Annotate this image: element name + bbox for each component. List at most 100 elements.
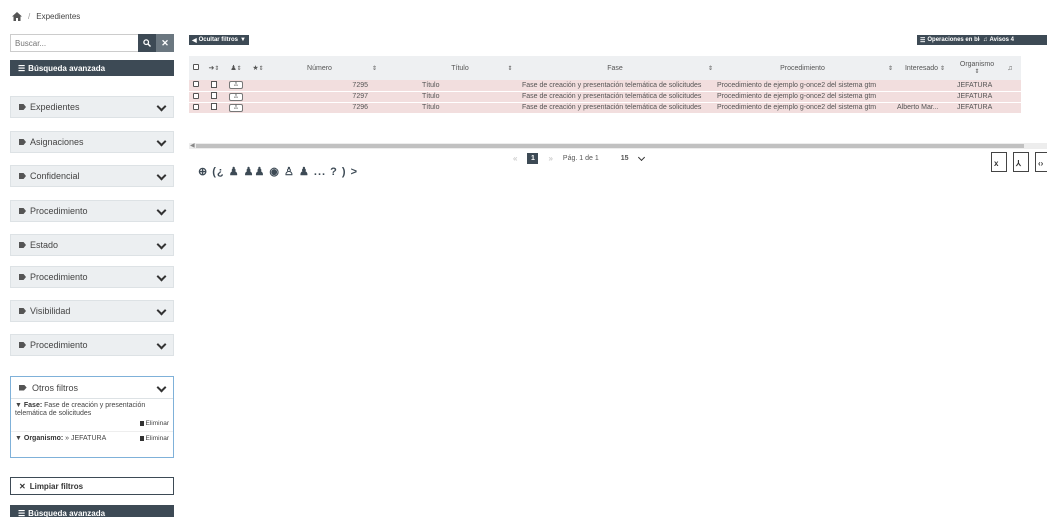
breadcrumb-current: Expedientes	[36, 12, 81, 21]
document-icon[interactable]	[211, 80, 217, 88]
sliders-icon: ☰	[18, 508, 26, 517]
checkbox-icon[interactable]	[193, 64, 199, 70]
active-filter-label: Fase:	[23, 402, 43, 409]
advanced-search-button[interactable]: ☰ Búsqueda avanzada	[10, 60, 174, 76]
last-page-icon[interactable]: »	[548, 154, 552, 163]
hide-filters-button[interactable]: ◀ Ocultar filtros ▼	[189, 35, 249, 45]
clear-search-button[interactable]: ✕	[156, 34, 174, 52]
table-row[interactable]: ♙ 7295 Título Fase de creación y present…	[189, 80, 1021, 92]
cell-organismo: JEFATURA	[955, 80, 999, 92]
user-outline-icon[interactable]: ♙	[229, 92, 243, 101]
sort-icon: ⇕	[214, 66, 220, 72]
filter-expedientes[interactable]: Expedientes	[10, 96, 174, 118]
advanced-search-bottom-button[interactable]: ☰ Búsqueda avanzada	[10, 505, 174, 517]
other-filters-label: Otros filtros	[19, 383, 78, 393]
cell-notifications	[999, 102, 1021, 114]
remove-filter-row: Eliminar	[15, 420, 169, 428]
filter-estado[interactable]: Estado	[10, 234, 174, 256]
first-page-icon[interactable]: «	[513, 154, 517, 163]
page-info: Pág. 1 de 1	[562, 155, 599, 162]
cell-spacer	[370, 80, 420, 92]
sort-icon: ⇕	[258, 66, 264, 72]
filter-icon: ▼	[15, 402, 22, 409]
filter-asignaciones[interactable]: Asignaciones	[10, 131, 174, 153]
filter-visibilidad[interactable]: Visibilidad	[10, 300, 174, 322]
titulo-header[interactable]: Título	[420, 56, 500, 80]
alerts-button[interactable]: ♫ Avisos 4	[980, 35, 1047, 45]
row-star-cell	[247, 102, 269, 114]
chevron-down-icon[interactable]	[639, 156, 645, 162]
row-checkbox-cell	[189, 102, 203, 114]
titulo-sort-header[interactable]: ⇕	[500, 56, 520, 80]
column-label: Interesado	[904, 64, 939, 72]
home-icon[interactable]	[12, 12, 22, 21]
page-size-select[interactable]: 15	[621, 155, 629, 162]
scrollbar-thumb[interactable]	[196, 144, 1024, 148]
search-input[interactable]	[10, 34, 138, 52]
tag-icon	[19, 342, 26, 348]
cell-fase: Fase de creación y presentación telemáti…	[520, 102, 715, 114]
numero-sort-header[interactable]: ⇕	[370, 56, 420, 80]
export-pdf-button[interactable]: ⅄	[1013, 152, 1029, 172]
chevron-down-icon	[157, 172, 165, 180]
export-xml-button[interactable]: ‹›	[1035, 152, 1047, 172]
star-header[interactable]: ★⇕	[247, 56, 269, 80]
row-checkbox[interactable]	[193, 92, 199, 99]
row-checkbox[interactable]	[193, 81, 199, 88]
current-page-button[interactable]: 1	[527, 153, 539, 164]
column-label: Título	[451, 64, 469, 72]
cell-numero: 7297	[269, 91, 370, 103]
filter-confidencial[interactable]: Confidencial	[10, 165, 174, 187]
row-user-cell: ♙	[225, 102, 247, 114]
other-filters-header[interactable]: Otros filtros	[11, 377, 173, 399]
filter-label: Visibilidad	[19, 306, 70, 316]
document-icon[interactable]	[211, 92, 217, 99]
fase-header[interactable]: Fase ⇕	[520, 56, 715, 80]
export-xls-button[interactable]: x	[991, 152, 1007, 172]
user-outline-icon[interactable]: ♙	[229, 81, 243, 90]
search-button[interactable]	[138, 34, 156, 52]
sort-icon: ⇕	[372, 65, 378, 72]
cell-numero: 7296	[269, 102, 370, 114]
notifications-header[interactable]: ♫	[999, 56, 1021, 80]
table-row[interactable]: ♙ 7296 Título Fase de creación y present…	[189, 102, 1021, 114]
user-outline-icon[interactable]: ♙	[229, 103, 243, 112]
user-header[interactable]: ♟⇕	[225, 56, 247, 80]
column-label: Organismo	[959, 61, 995, 68]
advanced-search-bottom-label: Búsqueda avanzada	[28, 508, 106, 517]
alerts-label: Avisos 4	[989, 37, 1014, 43]
sort-icon: ⇕	[236, 66, 242, 72]
row-doc-cell	[203, 91, 225, 103]
row-checkbox[interactable]	[193, 103, 199, 110]
filter-procedimiento-2[interactable]: Procedimiento	[10, 266, 174, 288]
entry-header[interactable]: ➜⇕	[203, 56, 225, 80]
horizontal-scrollbar[interactable]: ◀	[189, 143, 1047, 149]
procedimiento-header[interactable]: Procedimiento ⇕	[715, 56, 895, 80]
cell-organismo: JEFATURA	[955, 102, 999, 114]
numero-header[interactable]: Número	[269, 56, 370, 80]
remove-filter-fase-button[interactable]: Eliminar	[139, 420, 169, 427]
select-all-header[interactable]	[189, 56, 203, 80]
clear-filters-button[interactable]: ✕ Limpiar filtros	[10, 477, 174, 495]
hide-filters-label: Ocultar filtros	[198, 37, 238, 43]
filter-label: Confidencial	[19, 171, 80, 181]
cell-fase: Fase de creación y presentación telemáti…	[520, 80, 715, 92]
filter-procedimiento-1[interactable]: Procedimiento	[10, 200, 174, 222]
filter-label: Procedimiento	[19, 340, 88, 350]
cell-titulo: Título	[420, 80, 500, 92]
table-row[interactable]: ♙ 7297 Título Fase de creación y present…	[189, 91, 1021, 103]
cell-procedimiento: Procedimiento de ejemplo g-once2 del sis…	[715, 91, 895, 103]
cell-titulo: Título	[420, 91, 500, 103]
filter-procedimiento-3[interactable]: Procedimiento	[10, 334, 174, 356]
chevron-down-icon	[157, 207, 165, 215]
cell-numero: 7295	[269, 80, 370, 92]
tag-icon	[19, 139, 26, 145]
row-user-cell: ♙	[225, 80, 247, 92]
organismo-header[interactable]: Organismo ⇕	[955, 56, 999, 80]
search-row: ✕	[10, 34, 174, 52]
remove-filter-organismo-button[interactable]: Eliminar	[139, 435, 169, 443]
document-icon[interactable]	[211, 103, 217, 110]
scroll-left-icon[interactable]: ◀	[190, 142, 195, 149]
table-header-row: ➜⇕ ♟⇕ ★⇕ Número ⇕ Título ⇕ Fase ⇕ Procedi…	[189, 56, 1021, 80]
interesado-header[interactable]: Interesado ⇕	[895, 56, 955, 80]
